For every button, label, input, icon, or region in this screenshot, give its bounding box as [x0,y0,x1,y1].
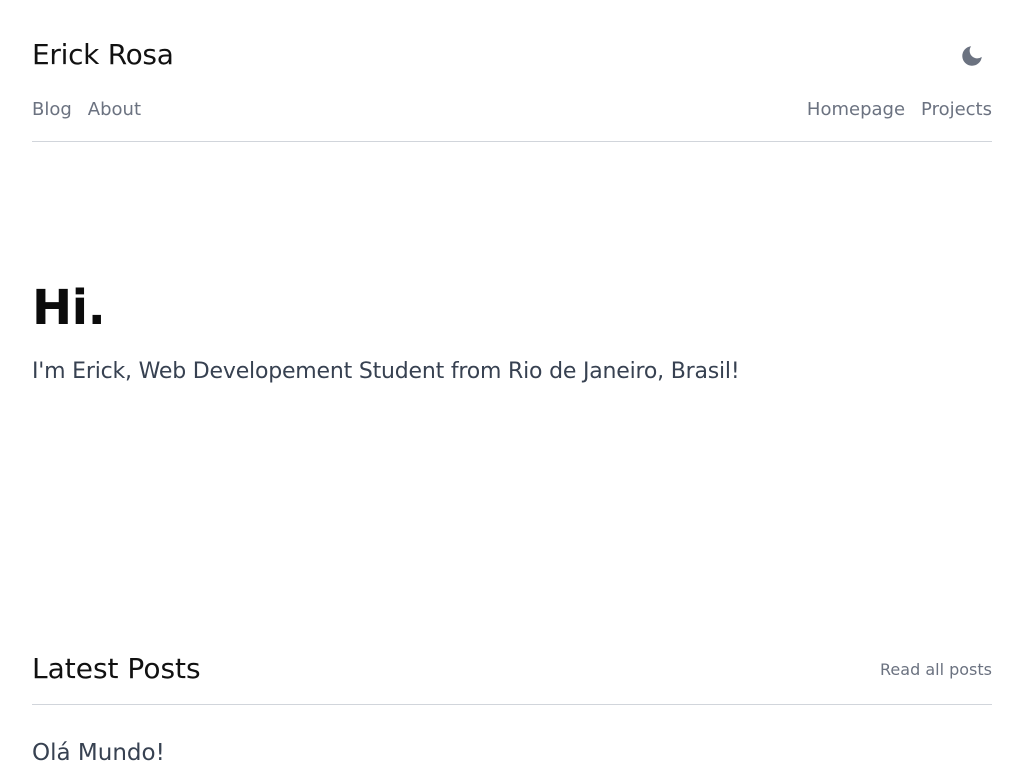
hero-subtitle: I'm Erick, Web Developement Student from… [32,359,740,384]
nav-link-projects[interactable]: Projects [921,99,992,120]
posts-divider [32,704,992,705]
header-divider [32,141,992,142]
nav-link-homepage[interactable]: Homepage [807,99,905,120]
nav-link-blog[interactable]: Blog [32,99,72,120]
nav-link-about[interactable]: About [88,99,141,120]
latest-posts-heading: Latest Posts [32,652,201,685]
moon-icon [962,46,982,66]
primary-nav: Blog About [32,99,141,120]
site-title[interactable]: Erick Rosa [32,38,174,71]
hero-heading: Hi. [32,280,106,336]
read-all-posts-link[interactable]: Read all posts [880,660,992,679]
post-title-link[interactable]: Olá Mundo! [32,740,165,766]
theme-toggle-button[interactable] [956,40,988,72]
secondary-nav: Homepage Projects [807,99,992,120]
